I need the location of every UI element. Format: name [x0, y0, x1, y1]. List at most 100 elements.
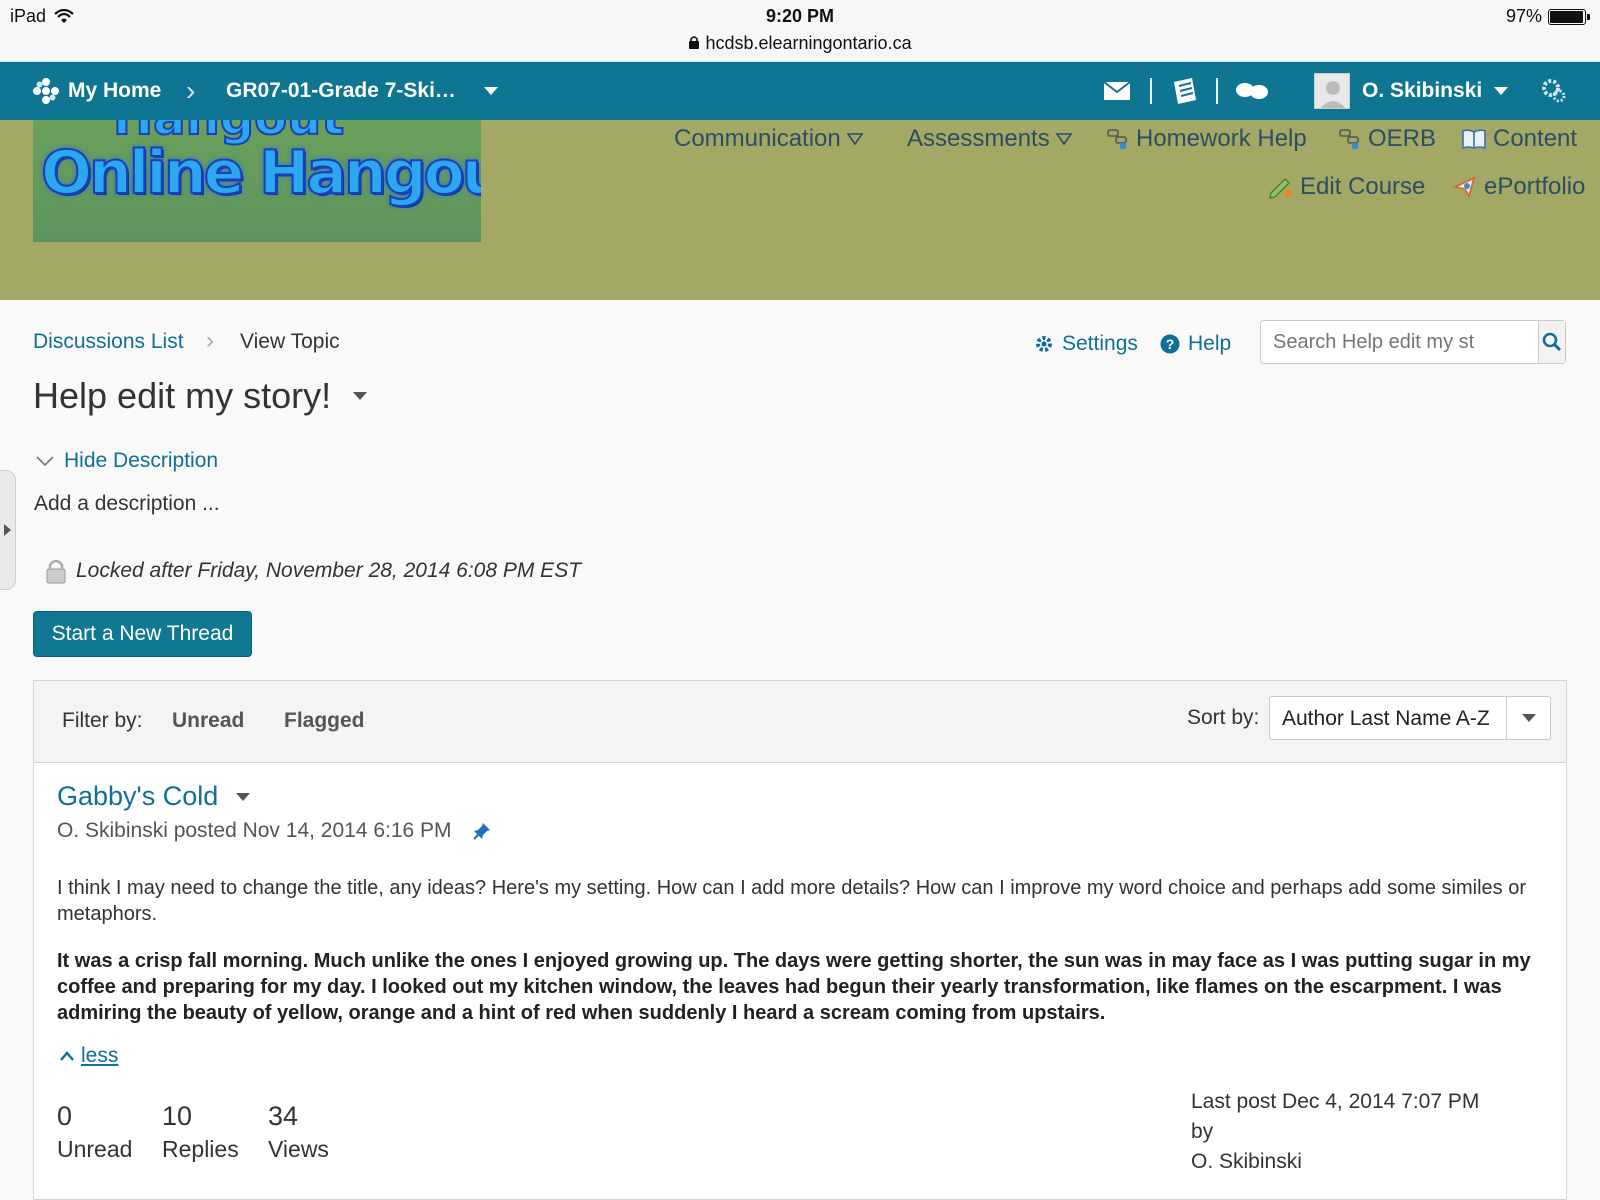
search-icon: [1542, 332, 1562, 352]
gear-icon: [1036, 336, 1052, 352]
topic-title-text: Help edit my story!: [33, 375, 332, 416]
user-name: O. Skibinski: [1362, 79, 1483, 102]
filter-flagged[interactable]: Flagged: [284, 709, 365, 733]
last-post-info: Last post Dec 4, 2014 7:07 PM by O. Skib…: [1191, 1087, 1479, 1177]
message-icon[interactable]: [1102, 62, 1132, 120]
locked-notice: Locked after Friday, November 28, 2014 6…: [46, 558, 581, 584]
address-bar[interactable]: hcdsb.elearningontario.ca: [0, 33, 1600, 54]
views-count: 34: [268, 1101, 299, 1131]
course-name: GR07-01-Grade 7-Ski…: [226, 79, 456, 102]
thread-body-text: I think I may need to change the title, …: [57, 877, 1526, 925]
help-label: Help: [1188, 332, 1232, 355]
sort-select[interactable]: Author Last Name A-Z: [1269, 696, 1551, 740]
eportfolio-icon: [1452, 176, 1476, 199]
help-icon: ?: [1160, 334, 1180, 354]
course-logo: Hangout Online Hangout: [33, 120, 481, 242]
link-icon: [1339, 129, 1359, 149]
user-menu[interactable]: O. Skibinski: [1314, 62, 1509, 120]
last-post-by: by: [1191, 1120, 1214, 1143]
triangle-down-icon: [846, 133, 863, 145]
assessments-menu[interactable]: Assessments: [907, 125, 1072, 153]
settings-gear-icon[interactable]: [1540, 62, 1568, 120]
unread-label: Unread: [57, 1136, 133, 1162]
edit-course-link[interactable]: Edit Course: [1268, 173, 1425, 201]
expand-arrow-icon: [4, 524, 11, 536]
thread-posted-info: O. Skibinski posted Nov 14, 2014 6:16 PM: [57, 819, 452, 842]
content-link[interactable]: Content: [1461, 125, 1577, 153]
nav-divider: [1216, 78, 1218, 104]
settings-link[interactable]: Settings: [1034, 332, 1138, 356]
my-home-link[interactable]: My Home: [32, 62, 161, 120]
search-button[interactable]: [1538, 321, 1565, 363]
chevron-up-icon: [60, 1051, 74, 1061]
triangle-down-icon: [1055, 133, 1072, 145]
book-icon: [1462, 129, 1486, 150]
filter-unread[interactable]: Unread: [172, 709, 244, 733]
breadcrumb-chevron-icon: ›: [186, 75, 196, 106]
last-post-date: Last post Dec 4, 2014 7:07 PM: [1191, 1090, 1480, 1113]
chevron-down-icon: [36, 456, 54, 467]
chevron-down-icon: [1506, 697, 1550, 739]
avatar: [1314, 73, 1350, 109]
communication-menu[interactable]: Communication: [674, 125, 863, 153]
content-label: Content: [1493, 125, 1578, 152]
ios-status-bar: iPad 9:20 PM hcdsb.elearningontario.ca 9…: [0, 0, 1600, 62]
thread-menu-icon[interactable]: [236, 792, 251, 801]
oerb-link[interactable]: OERB: [1338, 125, 1436, 153]
help-link[interactable]: ? Help: [1160, 332, 1231, 356]
lock-icon: [688, 33, 705, 53]
settings-label: Settings: [1062, 332, 1138, 355]
filter-label: Filter by:: [62, 709, 143, 732]
topic-description: Add a description ...: [34, 492, 220, 515]
user-dropdown-icon: [1494, 87, 1509, 95]
start-new-thread-button[interactable]: Start a New Thread: [33, 611, 252, 657]
thread-title: Gabby's Cold: [57, 781, 251, 812]
edit-course-label: Edit Course: [1300, 173, 1426, 200]
hide-description-label: Hide Description: [64, 449, 219, 472]
unread-stat: 0 Unread: [57, 1101, 132, 1163]
thread-body: I think I may need to change the title, …: [57, 875, 1557, 1026]
course-banner: Hangout Online Hangout Communication Ass…: [0, 120, 1600, 300]
url-text: hcdsb.elearningontario.ca: [705, 33, 912, 53]
search-field: [1260, 320, 1566, 364]
views-label: Views: [268, 1136, 329, 1162]
link-icon: [1107, 129, 1127, 149]
edit-pencil-icon: [1269, 178, 1292, 199]
less-label: less: [81, 1044, 119, 1067]
nav-divider: [1150, 78, 1152, 104]
home-flower-icon: [33, 78, 59, 104]
communication-label: Communication: [674, 125, 841, 152]
threads-panel: Filter by: Unread Flagged Sort by: Autho…: [33, 680, 1567, 1200]
status-right: 97%: [1506, 6, 1590, 27]
assignments-icon[interactable]: [1170, 62, 1198, 120]
top-navbar: My Home › GR07-01-Grade 7-Ski… O. Skibin…: [0, 62, 1600, 120]
locked-text: Locked after Friday, November 28, 2014 6…: [76, 559, 582, 582]
thread-title-link[interactable]: Gabby's Cold: [57, 781, 218, 812]
discussions-list-link[interactable]: Discussions List: [33, 330, 184, 354]
clock: 9:20 PM: [765, 6, 835, 26]
topic-title: Help edit my story!: [33, 375, 368, 417]
discussion-icon[interactable]: [1234, 62, 1270, 120]
last-post-author: O. Skibinski: [1191, 1150, 1302, 1173]
eportfolio-link[interactable]: ePortfolio: [1452, 173, 1585, 201]
hide-description-toggle[interactable]: Hide Description: [36, 449, 218, 473]
eportfolio-label: ePortfolio: [1484, 173, 1586, 200]
replies-label: Replies: [162, 1136, 239, 1162]
filter-bar: Filter by: Unread Flagged Sort by: Autho…: [34, 681, 1566, 763]
side-panel-toggle[interactable]: [0, 470, 16, 590]
thread-story-text: It was a crisp fall morning. Much unlike…: [57, 950, 1531, 1024]
view-topic-breadcrumb: View Topic: [240, 330, 340, 353]
search-input[interactable]: [1261, 321, 1538, 363]
oerb-label: OERB: [1368, 125, 1437, 152]
battery-icon: [1548, 8, 1590, 25]
lock-icon: [46, 559, 66, 584]
breadcrumb-separator-icon: ›: [206, 327, 214, 354]
sort-label: Sort by:: [1187, 706, 1260, 729]
svg-text:?: ?: [1166, 336, 1175, 352]
homework-help-link[interactable]: Homework Help: [1106, 125, 1307, 153]
my-home-label: My Home: [68, 79, 162, 102]
topic-menu-icon[interactable]: [353, 392, 368, 400]
course-selector[interactable]: GR07-01-Grade 7-Ski…: [226, 62, 498, 120]
less-toggle[interactable]: less: [59, 1044, 118, 1068]
homework-help-label: Homework Help: [1136, 125, 1307, 152]
